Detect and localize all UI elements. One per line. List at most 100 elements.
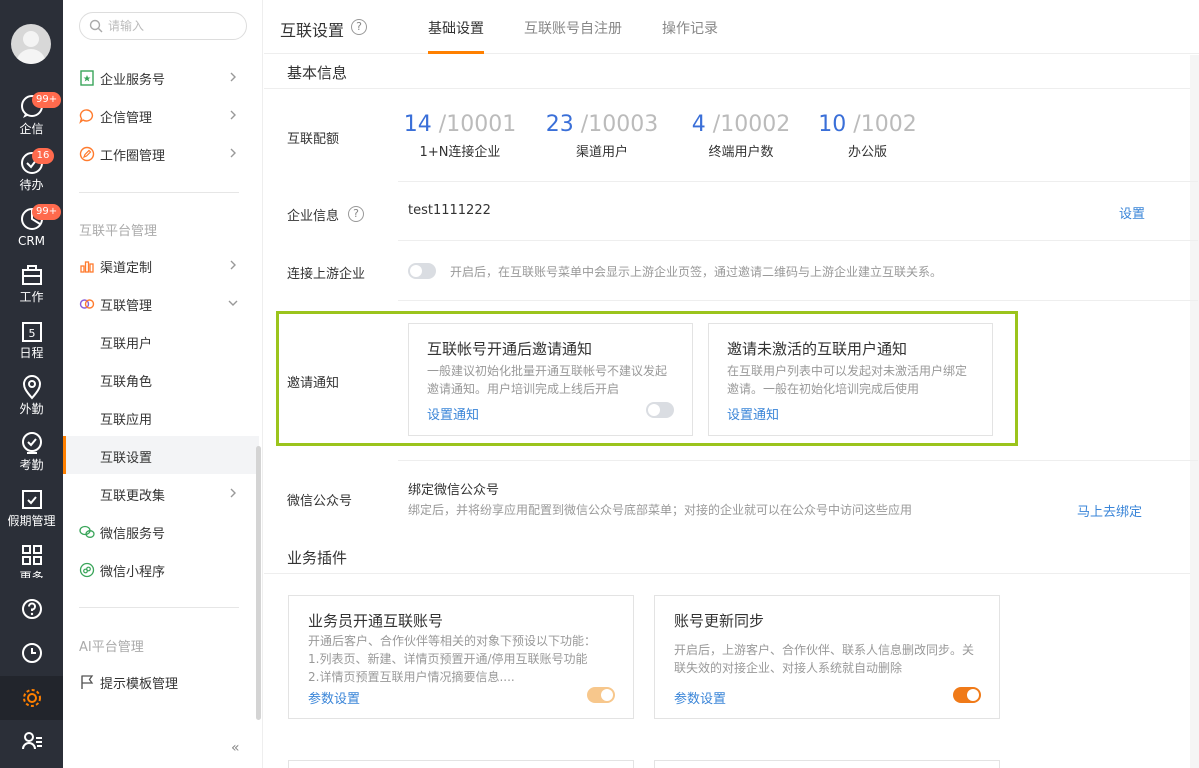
card-description: 开通后客户、合作伙伴等相关的对象下预设以下功能： bbox=[308, 634, 597, 648]
sync-plugin-toggle[interactable] bbox=[953, 687, 981, 703]
rail-label: 考勤 bbox=[19, 458, 44, 472]
briefcase-icon bbox=[21, 265, 42, 285]
sidebar-item-wechat-service[interactable]: 微信服务号 bbox=[63, 512, 259, 550]
sidebar-item-message-mgmt[interactable]: 企信管理 bbox=[63, 96, 259, 134]
quota-channel-users: 23 /10003 渠道用户 bbox=[542, 112, 662, 160]
tab-basic-settings[interactable]: 基础设置 bbox=[428, 18, 484, 38]
sidebar-subitem-changesets[interactable]: 互联更改集 bbox=[63, 474, 259, 512]
sidebar-item-label: 微信小程序 bbox=[100, 565, 166, 580]
rail-settings[interactable] bbox=[0, 676, 63, 720]
linked-circles-icon bbox=[79, 299, 95, 309]
page-title: 互联设置 bbox=[280, 21, 345, 40]
card-description: 开启后，上游客户、合作伙伴、联系人信息删改同步。关 bbox=[674, 643, 975, 657]
chevron-down-icon bbox=[228, 300, 238, 306]
sidebar-item-label: 互联更改集 bbox=[100, 489, 166, 504]
quota-total: /10001 bbox=[431, 112, 517, 137]
help-icon[interactable]: ? bbox=[351, 19, 367, 35]
attendance-icon bbox=[21, 432, 42, 454]
upstream-toggle[interactable] bbox=[408, 263, 436, 279]
rail-item-attendance[interactable]: 考勤 bbox=[0, 430, 63, 486]
rail-item-field[interactable]: 外勤 bbox=[0, 374, 63, 430]
rail-item-calendar[interactable]: 5 日程 bbox=[0, 318, 63, 374]
sidebar-scrollbar[interactable] bbox=[256, 446, 261, 720]
sidebar-subitem-users[interactable]: 互联用户 bbox=[63, 322, 259, 360]
invite-after-open-toggle[interactable] bbox=[646, 402, 674, 418]
tab-operation-log[interactable]: 操作记录 bbox=[662, 18, 718, 38]
active-tab-indicator bbox=[428, 51, 484, 54]
company-settings-link[interactable]: 设置 bbox=[1119, 203, 1145, 222]
rail-label: 更多 bbox=[19, 570, 44, 578]
sidebar-item-prompt-templates[interactable]: 提示模板管理 bbox=[63, 662, 259, 700]
sidebar-item-channel[interactable]: 渠道定制 bbox=[63, 246, 259, 284]
help-icon[interactable]: ? bbox=[348, 206, 364, 222]
rail-contacts[interactable] bbox=[0, 730, 63, 760]
upstream-hint: 开启后，在互联账号菜单中会显示上游企业页签，通过邀请二维码与上游企业建立互联关系… bbox=[450, 265, 943, 279]
quota-used: 14 bbox=[403, 112, 432, 137]
chevron-right-icon bbox=[230, 488, 236, 498]
card-description: 1.列表页、新建、详情页预置开通/停用互联账号功能 bbox=[308, 652, 588, 666]
sidebar-search[interactable] bbox=[79, 12, 247, 40]
sidebar-item-enterprise-service[interactable]: 企业服务号 bbox=[63, 58, 259, 96]
rail-item-more[interactable]: 更多 bbox=[0, 542, 63, 578]
invite-card-inactive: 邀请未激活的互联用户通知 在互联用户列表中可以发起对未激活用户绑定 邀请。一般在… bbox=[708, 323, 993, 436]
edit-circle-icon bbox=[79, 146, 95, 162]
section-divider bbox=[264, 88, 1190, 89]
page-header: 互联设置 ? 基础设置 互联账号自注册 操作记录 bbox=[264, 0, 1199, 54]
sidebar-item-label: 渠道定制 bbox=[100, 261, 153, 276]
search-input[interactable] bbox=[108, 17, 238, 35]
sidebar-subitem-apps[interactable]: 互联应用 bbox=[63, 398, 259, 436]
rail-history[interactable] bbox=[0, 642, 63, 672]
sidebar-subitem-settings[interactable]: 互联设置 bbox=[63, 436, 259, 474]
chevron-right-icon bbox=[230, 260, 236, 270]
search-icon bbox=[89, 19, 103, 33]
main-scrollbar[interactable] bbox=[1190, 55, 1199, 768]
gear-icon bbox=[22, 689, 41, 707]
set-notification-link[interactable]: 设置通知 bbox=[727, 404, 779, 423]
rail-item-leave[interactable]: 假期管理 bbox=[0, 486, 63, 542]
quota-office-edition: 10 /1002 办公版 bbox=[810, 112, 925, 160]
plugin-card-partial bbox=[288, 760, 634, 768]
tab-self-register[interactable]: 互联账号自注册 bbox=[524, 18, 622, 38]
sidebar-item-miniprogram[interactable]: 微信小程序 bbox=[63, 550, 259, 588]
card-description: 邀请通知。用户培训完成上线后开启 bbox=[427, 382, 620, 396]
sidebar-item-workcircle[interactable]: 工作圈管理 bbox=[63, 134, 259, 172]
sidebar-item-label: 互联应用 bbox=[100, 413, 153, 428]
param-settings-link[interactable]: 参数设置 bbox=[308, 688, 360, 707]
quota-terminal-users: 4 /10002 终端用户数 bbox=[681, 112, 801, 160]
invite-card-after-open: 互联帐号开通后邀请通知 一般建议初始化批量开通互联帐号不建议发起 邀请通知。用户… bbox=[408, 323, 693, 436]
chat-bubble-icon bbox=[79, 109, 94, 124]
sidebar-item-interconnect-mgmt[interactable]: 互联管理 bbox=[63, 284, 259, 322]
invite-label: 邀请通知 bbox=[287, 376, 340, 391]
rail-item-messages[interactable]: 企信 99+ bbox=[0, 92, 63, 150]
salesman-plugin-toggle[interactable] bbox=[587, 687, 615, 703]
bind-wechat-link[interactable]: 马上去绑定 bbox=[1077, 501, 1142, 520]
bar-chart-icon bbox=[80, 261, 94, 273]
set-notification-link[interactable]: 设置通知 bbox=[427, 404, 479, 423]
rail-item-todo[interactable]: 待办 16 bbox=[0, 148, 63, 206]
avatar[interactable] bbox=[11, 24, 51, 64]
sidebar-divider bbox=[79, 607, 239, 608]
card-title: 互联帐号开通后邀请通知 bbox=[427, 340, 593, 358]
param-settings-link[interactable]: 参数设置 bbox=[674, 688, 726, 707]
card-description: 在互联用户列表中可以发起对未激活用户绑定 bbox=[727, 364, 968, 378]
row-divider bbox=[398, 181, 1198, 182]
quota-label: 互联配额 bbox=[287, 132, 340, 147]
sidebar-item-label: 微信服务号 bbox=[100, 527, 166, 542]
section-title-basic: 基本信息 bbox=[287, 64, 348, 82]
rail-help[interactable] bbox=[0, 598, 63, 628]
sidebar-item-label: 企信管理 bbox=[100, 111, 153, 126]
rail-item-work[interactable]: 工作 bbox=[0, 262, 63, 318]
chevron-right-icon bbox=[230, 72, 236, 82]
location-pin-icon bbox=[22, 375, 41, 400]
sidebar-subitem-roles[interactable]: 互联角色 bbox=[63, 360, 259, 398]
grid-icon bbox=[21, 545, 42, 565]
rail-item-crm[interactable]: CRM 99+ bbox=[0, 204, 63, 262]
sidebar-item-label: 互联角色 bbox=[100, 375, 153, 390]
sidebar-collapse-button[interactable]: « bbox=[231, 740, 240, 756]
upstream-label: 连接上游企业 bbox=[287, 267, 366, 282]
sidebar-item-label: 互联管理 bbox=[100, 299, 153, 314]
help-icon bbox=[21, 599, 42, 619]
company-info-value: test1111222 bbox=[408, 203, 491, 218]
quota-used: 10 bbox=[818, 112, 847, 137]
flag-icon bbox=[81, 675, 94, 689]
